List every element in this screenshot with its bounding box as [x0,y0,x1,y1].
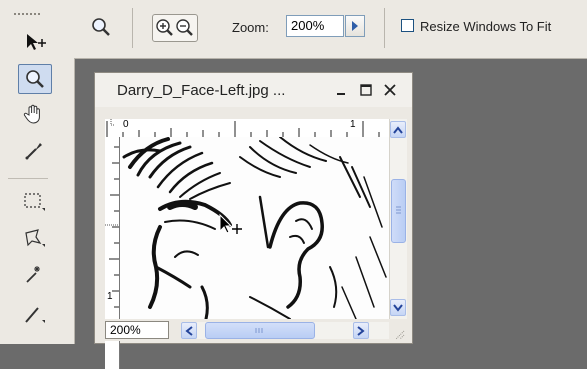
zoom-out-icon [176,19,193,36]
chevron-left-icon [185,325,193,336]
zoom-tool-button[interactable] [18,64,52,94]
hand-icon [23,104,40,124]
chevron-down-icon [393,303,403,312]
tool-separator [8,178,48,179]
sketch-face-image [122,137,387,319]
ruler-mark-0: 0 [123,119,129,130]
scroll-down-button[interactable] [390,299,406,316]
move-icon [27,34,46,50]
resize-windows-label: Resize Windows To Fit [420,19,552,34]
ruler-horizontal[interactable]: 0 1 [105,119,389,138]
ruler-mark-left-1: 1 [107,291,113,302]
magnifier-icon [92,18,110,36]
magic-wand-icon [26,266,40,283]
app-workspace: Zoom: 200% Resize Windows To Fit Darry_D… [0,0,587,369]
ruler-ticks [106,119,380,137]
magnifier-icon [26,70,44,88]
hand-tool-button[interactable] [18,100,50,128]
chevron-up-icon [393,125,403,134]
minimize-icon [337,93,345,95]
maximize-icon [360,84,372,96]
document-title: Darry_D_Face-Left.jpg ... [117,82,286,99]
tools-panel [0,0,75,344]
scroll-right-button[interactable] [353,322,369,339]
brush-icon [25,307,45,323]
resize-windows-checkbox[interactable] [401,19,414,32]
grip-icon [396,206,401,214]
move-tool-button[interactable] [18,28,50,56]
document-title-bar[interactable]: Darry_D_Face-Left.jpg ... [95,73,412,107]
scroll-left-button[interactable] [181,322,197,339]
options-separator [132,8,133,48]
scroll-up-button[interactable] [390,121,406,138]
close-icon [384,84,396,96]
options-bar: Zoom: 200% Resize Windows To Fit [74,0,587,59]
marquee-tool-button[interactable] [18,188,50,216]
zoom-in-button[interactable] [155,18,175,38]
zoom-slider-button[interactable] [345,15,365,37]
close-button[interactable] [383,83,397,97]
eyedropper-icon [25,143,42,160]
magic-wand-tool-button[interactable] [18,260,50,288]
grip-icon [255,328,263,333]
resize-grip[interactable] [393,325,405,340]
zoom-status-field[interactable]: 200% [105,321,169,339]
zoom-mode-group [152,14,198,42]
panel-grip[interactable] [14,13,40,18]
zoom-in-icon [156,19,173,36]
vertical-scroll-thumb[interactable] [391,179,406,243]
resize-grip-icon [395,330,405,340]
zoom-tool-preset-icon[interactable] [88,14,114,40]
zoom-label: Zoom: [232,20,269,35]
options-separator [384,8,385,48]
zoom-input[interactable]: 200% [286,15,344,37]
brush-tool-button[interactable] [18,300,50,328]
marquee-icon [24,193,45,211]
zoom-out-button[interactable] [175,18,195,38]
image-canvas[interactable] [120,137,389,319]
horizontal-scrollbar[interactable] [181,322,389,339]
lasso-icon [25,229,45,247]
maximize-button[interactable] [359,83,373,97]
minimize-button[interactable] [335,83,349,97]
eyedropper-tool-button[interactable] [18,136,50,164]
triangle-right-icon [352,21,358,31]
vertical-scrollbar[interactable] [389,119,407,319]
chevron-right-icon [357,325,365,336]
document-status-bar: 200% [105,319,406,341]
document-window: Darry_D_Face-Left.jpg ... 0 1 1 200% [94,72,413,369]
horizontal-scroll-thumb[interactable] [205,322,315,339]
ruler-mark-1: 1 [350,119,356,130]
lasso-tool-button[interactable] [18,224,50,252]
